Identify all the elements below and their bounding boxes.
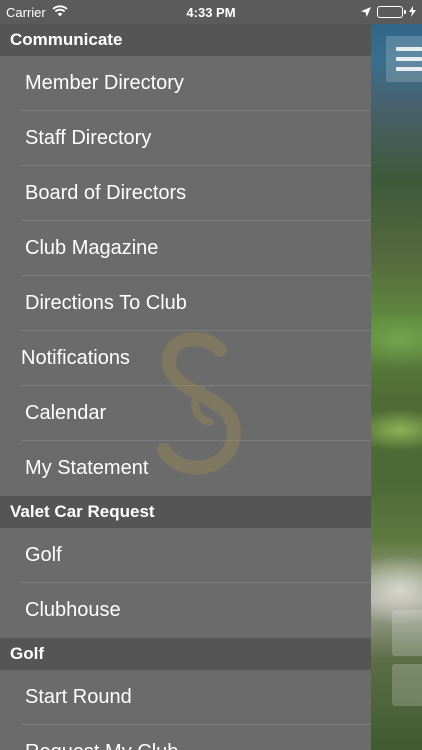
status-time: 4:33 PM	[186, 4, 236, 20]
section-header-valet-car-request: Valet Car Request	[0, 496, 371, 528]
menu-item-start-round[interactable]: Start Round	[0, 670, 371, 725]
menu-item-valet-golf[interactable]: Golf	[0, 528, 371, 583]
hamburger-menu-icon[interactable]	[386, 36, 422, 82]
menu-item-request-my-club[interactable]: Request My Club	[0, 725, 371, 750]
background-panel	[392, 610, 422, 656]
menu-item-board-of-directors[interactable]: Board of Directors	[0, 166, 371, 221]
background-panel	[392, 664, 422, 706]
menu-item-my-statement[interactable]: My Statement	[0, 441, 371, 496]
section-header-communicate: Communicate	[0, 24, 371, 56]
menu-item-calendar[interactable]: Calendar	[0, 386, 371, 441]
menu-item-club-magazine[interactable]: Club Magazine	[0, 221, 371, 276]
battery-icon	[377, 6, 406, 18]
menu-item-notifications[interactable]: Notifications	[0, 331, 371, 386]
menu-item-member-directory[interactable]: Member Directory	[0, 56, 371, 111]
menu-item-valet-clubhouse[interactable]: Clubhouse	[0, 583, 371, 638]
status-bar: Carrier 4:33 PM	[0, 0, 422, 24]
menu-item-staff-directory[interactable]: Staff Directory	[0, 111, 371, 166]
menu-item-directions-to-club[interactable]: Directions To Club	[0, 276, 371, 331]
section-header-golf: Golf	[0, 638, 371, 670]
side-menu: Communicate Member Directory Staff Direc…	[0, 24, 371, 750]
